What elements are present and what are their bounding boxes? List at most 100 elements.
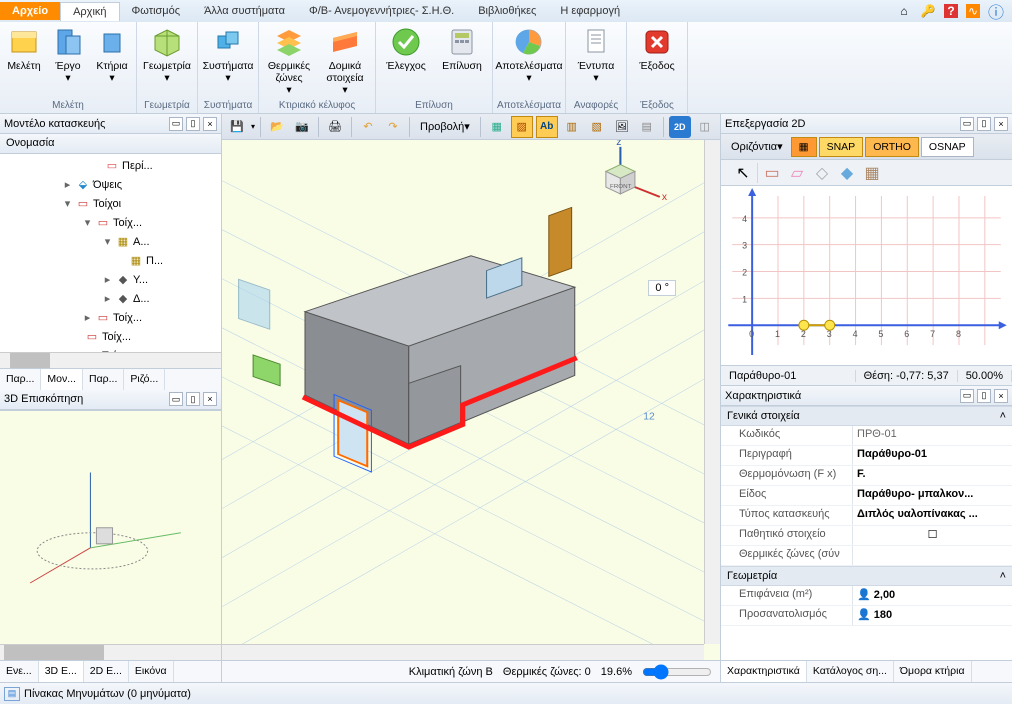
pane-window-icon[interactable]: ▭ xyxy=(169,392,183,406)
messages-label[interactable]: Πίνακας Μηνυμάτων (0 μηνύματα) xyxy=(24,688,191,700)
view-2d-icon[interactable]: 2D xyxy=(669,116,691,138)
ptab-4[interactable]: Εικόνα xyxy=(129,661,174,682)
prop-checkbox[interactable]: ☐ xyxy=(853,526,1012,545)
ptab-3[interactable]: 2D Ε... xyxy=(84,661,129,682)
tree-node[interactable]: ▸⬙Όψεις xyxy=(2,175,219,194)
print-icon[interactable]: 🖨 xyxy=(324,116,346,138)
prop-value[interactable]: Παράθυρο-01 xyxy=(853,446,1012,465)
expand-icon[interactable]: ▸ xyxy=(102,292,113,305)
camera-icon[interactable]: 📷 xyxy=(291,116,313,138)
tab-home[interactable]: Αρχική xyxy=(60,2,119,21)
tool-6-icon[interactable]: ▤ xyxy=(636,116,658,138)
pointer-icon[interactable]: ↖ xyxy=(732,162,754,184)
folder2-icon[interactable]: ▱ xyxy=(786,162,808,184)
collapse-icon[interactable]: ˄ xyxy=(1000,570,1006,582)
results-button[interactable]: Αποτελέσματα▾ xyxy=(503,24,555,86)
ltab-3[interactable]: Παρ... xyxy=(83,369,124,390)
preview-3d[interactable] xyxy=(0,410,221,645)
pgroup-geometry[interactable]: Γεωμετρία˄ xyxy=(721,566,1012,586)
zoom-slider[interactable] xyxy=(642,664,712,680)
project-button[interactable]: Έργο▾ xyxy=(48,24,88,86)
ptab-1[interactable]: Ενε... xyxy=(0,661,39,682)
reports-button[interactable]: Έντυπα▾ xyxy=(570,24,622,86)
tab-pv[interactable]: Φ/Β- Ανεμογεννήτριες- Σ.Η.Θ. xyxy=(297,2,466,20)
tool-5-icon[interactable]: 🖼 xyxy=(611,116,633,138)
tree-node[interactable]: ▸◆Δ... xyxy=(2,289,219,308)
osnap-toggle[interactable]: OSNAP xyxy=(921,137,974,157)
help-icon[interactable]: ⓘ xyxy=(988,3,1004,19)
collapse-icon[interactable]: ▾ xyxy=(82,216,93,229)
key-icon[interactable]: 🔑 xyxy=(920,3,936,19)
prop-value[interactable]: 👤 2,00 xyxy=(853,586,1012,605)
pane-close-icon[interactable]: × xyxy=(994,117,1008,131)
open-icon[interactable]: 📂 xyxy=(266,116,288,138)
rtab-catalog[interactable]: Κατάλογος ση... xyxy=(807,661,894,682)
tree-node[interactable]: ▸◆Υ... xyxy=(2,270,219,289)
viewport-vscrollbar[interactable] xyxy=(704,140,720,644)
tab-lighting[interactable]: Φωτισμός xyxy=(120,2,193,20)
geometry-button[interactable]: Γεωμετρία▾ xyxy=(141,24,193,86)
prop-value[interactable]: Παράθυρο- μπαλκον... xyxy=(853,486,1012,505)
expand-icon[interactable]: ▸ xyxy=(102,273,113,286)
expand-icon[interactable]: ▸ xyxy=(82,311,93,324)
plot-2d[interactable]: 012345678 1234 xyxy=(721,186,1012,366)
tree-column-header[interactable]: Ονομασία xyxy=(0,134,221,154)
tab-file[interactable]: Αρχείο xyxy=(0,2,60,20)
collapse-icon[interactable]: ▾ xyxy=(62,197,73,210)
save-icon[interactable]: 💾 xyxy=(226,116,248,138)
pane-window-icon[interactable]: ▭ xyxy=(960,389,974,403)
buildings-button[interactable]: Κτήρια▾ xyxy=(92,24,132,86)
pane-close-icon[interactable]: × xyxy=(203,392,217,406)
prop-value[interactable]: F. xyxy=(853,466,1012,485)
collapse-icon[interactable]: ˄ xyxy=(1000,410,1006,422)
tool-3-icon[interactable]: ▥ xyxy=(561,116,583,138)
tree-node[interactable]: ▭Τοίχ... xyxy=(2,327,219,346)
properties-grid[interactable]: Γενικά στοιχεία˄ ΚωδικόςΠΡΘ-01 Περιγραφή… xyxy=(721,406,1012,660)
prop-value[interactable]: ΠΡΘ-01 xyxy=(853,426,1012,445)
prop-value[interactable]: Διπλός υαλοπίνακας ... xyxy=(853,506,1012,525)
tree-node[interactable]: ▸▭Τοίχ... xyxy=(2,308,219,327)
prop-value[interactable] xyxy=(853,546,1012,565)
point-icon[interactable]: ◆ xyxy=(836,162,858,184)
orientation-dropdown[interactable]: Οριζόντια ▾ xyxy=(725,136,789,158)
pane-window-icon[interactable]: ▭ xyxy=(169,117,183,131)
redo-icon[interactable]: ↷ xyxy=(382,116,404,138)
pane-window-icon[interactable]: ▭ xyxy=(960,117,974,131)
ptab-2[interactable]: 3D Ε... xyxy=(39,661,84,682)
tree-node[interactable]: ▾▭Τοίχ... xyxy=(2,213,219,232)
tool-ab-icon[interactable]: Ab xyxy=(536,116,558,138)
viewport-hscrollbar[interactable] xyxy=(222,644,704,660)
model-tree[interactable]: ▭Περί... ▸⬙Όψεις ▾▭Τοίχοι ▾▭Τοίχ... ▾▦Α.… xyxy=(0,154,221,352)
check-button[interactable]: Έλεγχος xyxy=(380,24,432,74)
viewport-3d[interactable]: 0 12 FRONT z x xyxy=(222,140,720,660)
ltab-1[interactable]: Παρ... xyxy=(0,369,41,390)
pane-pin-icon[interactable]: ▯ xyxy=(977,117,991,131)
tab-libraries[interactable]: Βιβλιοθήκες xyxy=(466,2,548,20)
layer-icon[interactable]: ◇ xyxy=(811,162,833,184)
grid-icon[interactable]: ▦ xyxy=(861,162,883,184)
thermal-zones-button[interactable]: Θερμικές ζώνες▾ xyxy=(263,24,315,98)
prop-value[interactable]: 👤 180 xyxy=(853,606,1012,625)
undo-icon[interactable]: ↶ xyxy=(357,116,379,138)
tab-other-systems[interactable]: Άλλα συστήματα xyxy=(192,2,297,20)
ltab-4[interactable]: Ριζό... xyxy=(124,369,165,390)
select-rect-icon[interactable]: ▭ xyxy=(761,162,783,184)
building-elements-button[interactable]: Δομικά στοιχεία▾ xyxy=(319,24,371,98)
view-cube-icon[interactable]: ◫ xyxy=(694,116,716,138)
solve-button[interactable]: Επίλυση xyxy=(436,24,488,74)
expand-icon[interactable]: ▸ xyxy=(62,178,73,191)
systems-button[interactable]: Συστήματα▾ xyxy=(202,24,254,86)
snap-toggle[interactable]: SNAP xyxy=(819,137,864,157)
tool-4-icon[interactable]: ▧ xyxy=(586,116,608,138)
pane-close-icon[interactable]: × xyxy=(203,117,217,131)
tool-1-icon[interactable]: ▦ xyxy=(486,116,508,138)
preview-hscrollbar[interactable] xyxy=(0,644,221,660)
study-button[interactable]: Μελέτη xyxy=(4,24,44,74)
rtab-props[interactable]: Χαρακτηριστικά xyxy=(721,661,807,682)
tree-node[interactable]: ▭Περί... xyxy=(2,156,219,175)
pane-pin-icon[interactable]: ▯ xyxy=(186,392,200,406)
tab-app[interactable]: Η εφαρμογή xyxy=(548,2,632,20)
tree-node[interactable]: ▾▭Τοίχοι xyxy=(2,194,219,213)
ltab-2[interactable]: Μον... xyxy=(41,369,83,390)
grid-toggle[interactable]: ▦ xyxy=(791,137,817,157)
